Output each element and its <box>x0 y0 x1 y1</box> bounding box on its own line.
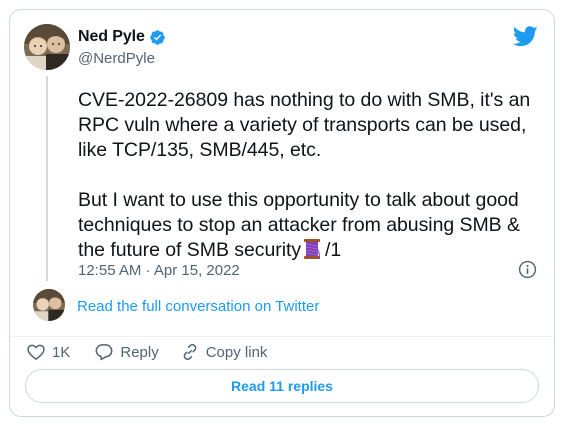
thread-spool-emoji <box>304 239 321 260</box>
tweet-timestamp[interactable]: 12:55 AM · Apr 15, 2022 <box>78 262 240 279</box>
thread-connector-line <box>46 76 48 281</box>
avatar-image-small <box>33 289 65 321</box>
like-button[interactable]: 1K <box>26 342 70 362</box>
reply-bubble-icon <box>95 344 113 361</box>
author-name-row[interactable]: Ned Pyle <box>78 28 166 46</box>
tweet-card: Ned Pyle @NerdPyle CVE-2022-26809 has no… <box>9 9 555 417</box>
reply-label: Reply <box>120 343 159 361</box>
like-count: 1K <box>52 343 71 361</box>
author-name[interactable]: Ned Pyle <box>78 28 145 46</box>
tweet-paragraph-1: CVE-2022-26809 has nothing to do with SM… <box>78 89 531 161</box>
tweet-paragraph-2: But I want to use this opportunity to ta… <box>78 188 548 263</box>
link-icon <box>183 343 197 361</box>
tweet-actions: 1K Reply Copy link <box>26 342 289 362</box>
copy-link-label: Copy link <box>205 343 268 361</box>
tweet-paragraph-2-text: But I want to use this opportunity to ta… <box>78 189 520 261</box>
verified-badge-icon <box>150 29 165 45</box>
avatar-image <box>24 24 70 70</box>
conversation-avatar[interactable] <box>33 289 65 321</box>
heart-icon <box>27 344 45 360</box>
author-avatar[interactable] <box>24 24 70 70</box>
twitter-bird-icon[interactable] <box>513 26 538 47</box>
info-icon[interactable] <box>518 260 537 279</box>
tweet-thread-index: /1 <box>325 239 342 261</box>
tweet-body: CVE-2022-26809 has nothing to do with SM… <box>78 88 548 263</box>
author-handle[interactable]: @NerdPyle <box>78 50 155 67</box>
read-replies-button[interactable]: Read 11 replies <box>25 369 539 403</box>
copy-link-button[interactable]: Copy link <box>180 342 268 362</box>
reply-button[interactable]: Reply <box>94 342 159 362</box>
read-conversation-link[interactable]: Read the full conversation on Twitter <box>77 298 319 315</box>
actions-divider <box>10 336 554 337</box>
